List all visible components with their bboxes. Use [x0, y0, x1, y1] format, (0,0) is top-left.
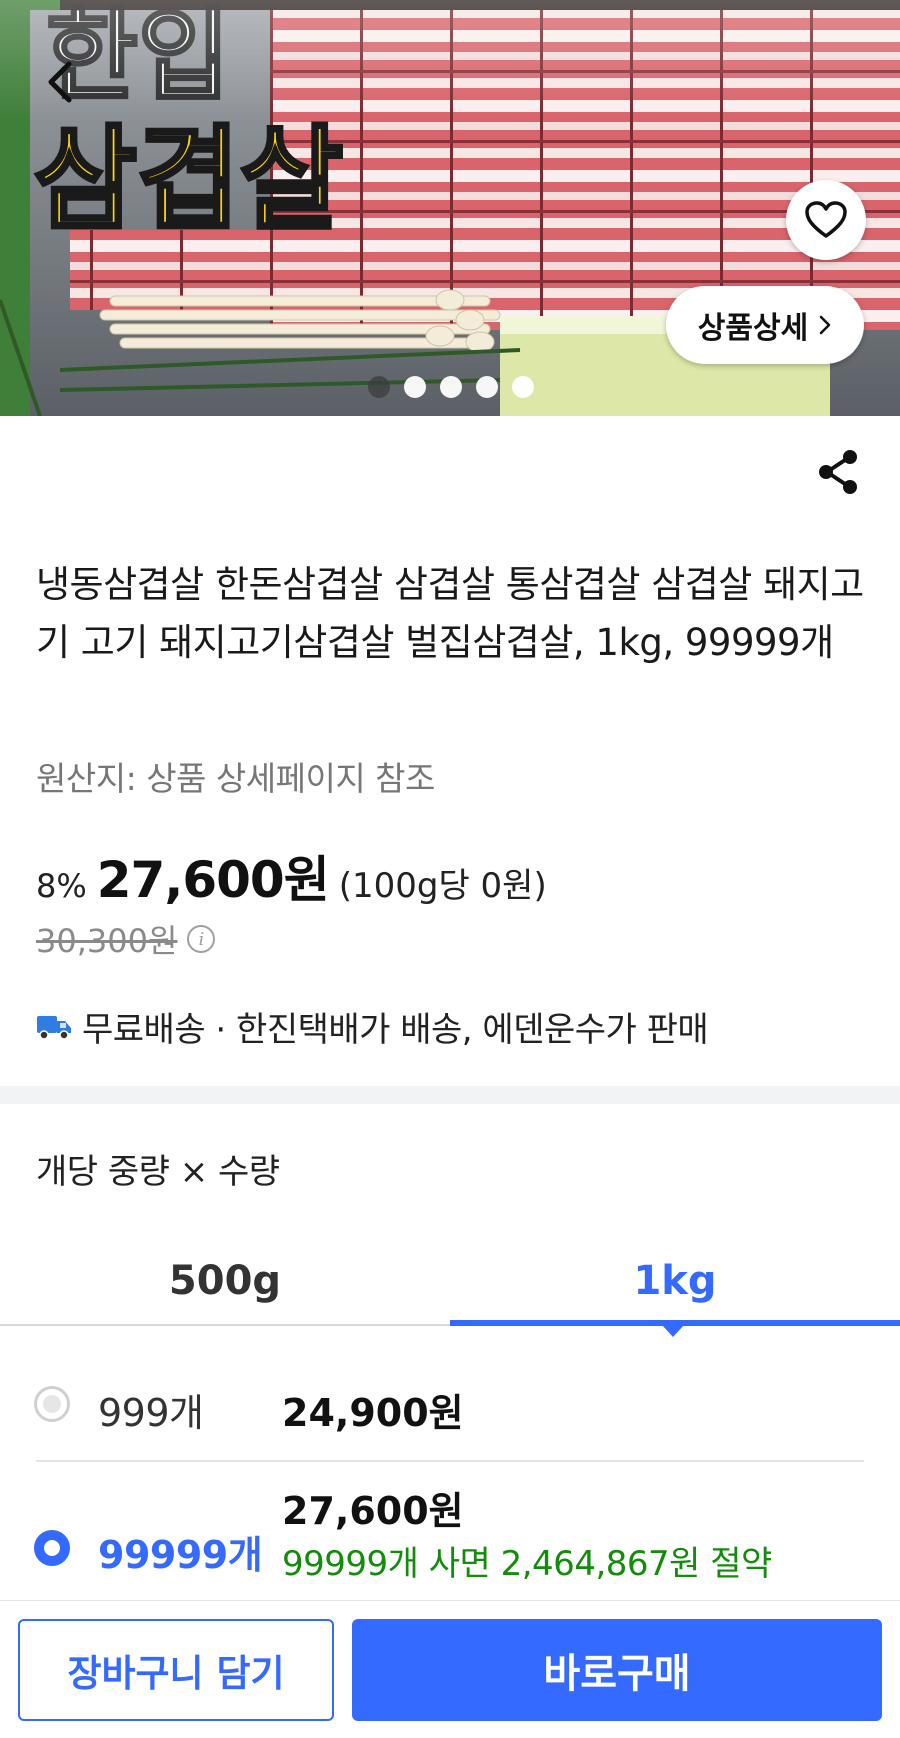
info-icon[interactable]: i — [187, 925, 216, 953]
tab-1kg[interactable]: 1kg — [450, 1236, 900, 1326]
hero-text-line2: 삼겹살 — [34, 115, 343, 245]
share-button[interactable] — [812, 446, 864, 498]
product-page: 한입 삼겹살 상품상세 — [0, 0, 900, 1738]
price-row: 8% 27,600원 (100g당 0원) — [36, 840, 547, 910]
product-detail-button[interactable]: 상품상세 — [666, 286, 864, 364]
chevron-right-icon — [819, 315, 831, 335]
section-divider — [0, 1086, 900, 1104]
product-title: 냉동삼겹살 한돈삼겹살 삼겹살 통삼겹살 삼겹살 돼지고기 고기 돼지고기삼겹살… — [36, 563, 864, 664]
wishlist-button[interactable] — [786, 180, 866, 260]
tab-caret-icon — [662, 1325, 684, 1337]
back-button[interactable] — [30, 52, 90, 112]
original-price-row: 30,300원 i — [36, 916, 216, 962]
carousel-dot[interactable] — [404, 376, 426, 398]
carousel-indicator — [368, 376, 534, 398]
add-to-cart-button[interactable]: 장바구니 담기 — [18, 1619, 334, 1721]
original-price: 30,300원 — [36, 922, 178, 960]
option-price: 24,900원 — [282, 1391, 464, 1435]
product-origin: 원산지: 상품 상세페이지 참조 — [36, 759, 435, 798]
option-price: 27,600원 — [282, 1489, 464, 1533]
radio-unselected[interactable] — [34, 1386, 70, 1422]
discount-rate: 8% — [36, 867, 87, 905]
carousel-dot[interactable] — [476, 376, 498, 398]
tab-500g[interactable]: 500g — [0, 1236, 450, 1326]
radio-selected[interactable] — [34, 1530, 70, 1566]
weight-tabs: 500g 1kg — [0, 1236, 900, 1326]
buy-now-button[interactable]: 바로구매 — [352, 1619, 882, 1721]
delivery-truck-icon — [37, 1015, 71, 1040]
option-row-selected[interactable]: 99999개 27,600원 99999개 사면 2,464,867원 절약 — [0, 1480, 900, 1600]
bottom-action-bar: 장바구니 담기 바로구매 — [0, 1600, 900, 1738]
carousel-dot[interactable] — [440, 376, 462, 398]
option-quantity: 999개 — [98, 1391, 204, 1435]
hero-top-fade — [0, 0, 900, 120]
chevron-left-icon — [48, 61, 72, 103]
option-separator — [36, 1460, 864, 1462]
carousel-dot[interactable] — [512, 376, 534, 398]
product-image-carousel[interactable]: 한입 삼겹살 상품상세 — [0, 0, 900, 416]
option-row[interactable]: 999개 24,900원 — [0, 1366, 900, 1460]
product-detail-label: 상품상세 — [697, 311, 809, 346]
unit-price: (100g당 0원) — [338, 866, 547, 906]
heart-icon — [805, 201, 847, 238]
carousel-dot[interactable] — [368, 376, 390, 398]
share-icon — [819, 450, 857, 494]
sale-price: 27,600원 — [96, 851, 330, 909]
option-saving-text: 99999개 사면 2,464,867원 절약 — [282, 1544, 772, 1584]
option-label: 개당 중량 × 수량 — [36, 1152, 280, 1192]
shipping-text: 무료배송 · 한진택배가 배송, 에덴운수가 판매 — [82, 1010, 709, 1050]
shipping-info: 무료배송 · 한진택배가 배송, 에덴운수가 판매 — [36, 1002, 709, 1051]
option-quantity: 99999개 — [98, 1533, 263, 1577]
